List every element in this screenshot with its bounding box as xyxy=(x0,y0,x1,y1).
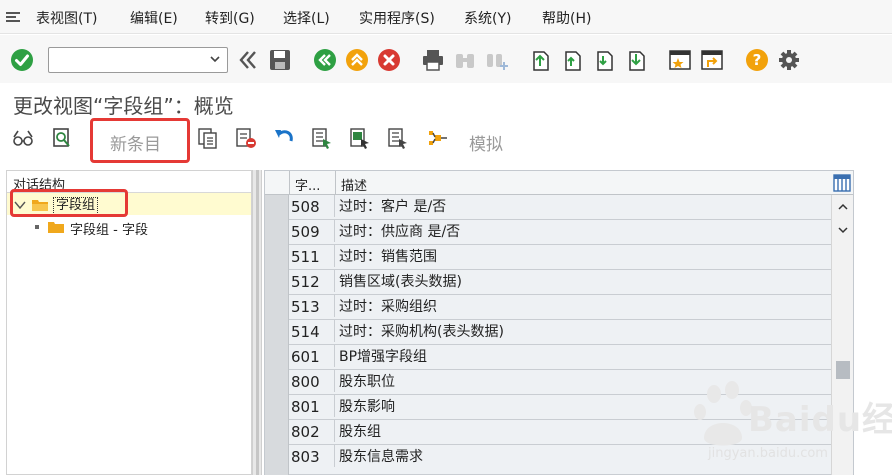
collapse-double-chevron-icon[interactable] xyxy=(236,48,260,72)
find-next-icon[interactable] xyxy=(485,48,509,72)
cell-field-group[interactable]: 514 xyxy=(289,320,335,342)
table-row[interactable]: 509 过时：供应商 是/否 xyxy=(289,220,831,245)
menu-table-view[interactable]: 表视图(T) xyxy=(36,8,97,28)
folder-icon xyxy=(48,222,64,233)
cell-description[interactable]: 股东影响 xyxy=(339,395,395,419)
tree-node-highlight xyxy=(10,189,128,217)
cell-field-group[interactable]: 511 xyxy=(289,245,335,267)
shortcut-icon[interactable] xyxy=(700,48,724,72)
menu-utilities[interactable]: 实用程序(S) xyxy=(359,8,435,28)
menu-bar: 表视图(T) 编辑(E) 转到(G) 选择(L) 实用程序(S) 系统(Y) 帮… xyxy=(0,0,892,34)
first-page-icon[interactable] xyxy=(528,48,552,72)
deselect-all-icon[interactable] xyxy=(387,127,409,149)
column-separator xyxy=(289,171,290,195)
cell-field-group[interactable]: 513 xyxy=(289,295,335,317)
column-settings-icon[interactable] xyxy=(833,174,851,192)
undo-change-icon[interactable] xyxy=(273,127,295,149)
new-entries-highlight xyxy=(90,118,190,163)
scroll-down-icon[interactable] xyxy=(836,223,850,237)
menu-edit[interactable]: 编辑(E) xyxy=(130,8,178,28)
enter-check-icon[interactable] xyxy=(10,48,34,72)
display-change-toggle-icon[interactable] xyxy=(51,127,73,149)
command-field[interactable] xyxy=(48,47,228,73)
panel-splitter[interactable] xyxy=(252,170,262,475)
back-icon[interactable] xyxy=(313,48,337,72)
cell-description[interactable]: 过时：销售范围 xyxy=(339,245,437,269)
page-title: 更改视图“字段组”：概览 xyxy=(13,94,234,118)
table-header: 字... 描述 xyxy=(265,171,853,195)
cell-field-group[interactable]: 601 xyxy=(289,345,335,367)
table-row[interactable]: 601 BP增强字段组 xyxy=(289,345,831,370)
table-row[interactable]: 511 过时：销售范围 xyxy=(289,245,831,270)
tree-node-field-group-fields[interactable]: 字段组 - 字段 xyxy=(70,219,148,238)
cell-description[interactable]: 过时：供应商 是/否 xyxy=(339,220,460,244)
row-selector-column[interactable] xyxy=(265,195,289,475)
menu-icon[interactable] xyxy=(5,10,21,24)
watermark-url: jingyan.baidu.com xyxy=(708,446,828,461)
table-row[interactable]: 514 过时：采购机构(表头数据) xyxy=(289,320,831,345)
cell-description[interactable]: 股东组 xyxy=(339,420,381,444)
cell-description[interactable]: 过时：客户 是/否 xyxy=(339,195,446,219)
settings-gear-icon[interactable] xyxy=(777,48,801,72)
cell-field-group[interactable]: 803 xyxy=(289,445,335,467)
scroll-up-icon[interactable] xyxy=(836,200,850,214)
column-header-description[interactable]: 描述 xyxy=(341,175,367,194)
svg-text:?: ? xyxy=(753,51,762,69)
cell-field-group[interactable]: 801 xyxy=(289,395,335,417)
cell-field-group[interactable]: 512 xyxy=(289,270,335,292)
splitter-grip[interactable] xyxy=(256,170,259,475)
cell-field-group[interactable]: 508 xyxy=(289,195,335,217)
create-session-icon[interactable] xyxy=(668,48,692,72)
last-page-icon[interactable] xyxy=(624,48,648,72)
cell-description[interactable]: 股东信息需求 xyxy=(339,445,423,469)
cell-description[interactable]: 过时：采购机构(表头数据) xyxy=(339,320,504,344)
menu-system[interactable]: 系统(Y) xyxy=(464,8,511,28)
help-icon[interactable]: ? xyxy=(745,48,769,72)
cell-field-group[interactable]: 802 xyxy=(289,420,335,442)
table-row[interactable]: 512 销售区域(表头数据) xyxy=(289,270,831,295)
exit-icon[interactable] xyxy=(345,48,369,72)
cell-description[interactable]: BP增强字段组 xyxy=(339,345,427,369)
cell-description[interactable]: 过时：采购组织 xyxy=(339,295,437,319)
simulate-button[interactable]: 模拟 xyxy=(469,130,503,155)
menu-help[interactable]: 帮助(H) xyxy=(542,8,591,28)
tree-bullet-icon xyxy=(35,225,39,229)
find-icon[interactable] xyxy=(453,48,477,72)
cell-field-group[interactable]: 509 xyxy=(289,220,335,242)
display-change-glasses-icon[interactable] xyxy=(12,127,34,149)
cell-field-group[interactable]: 800 xyxy=(289,370,335,392)
print-icon[interactable] xyxy=(421,48,445,72)
column-separator xyxy=(335,171,336,195)
delete-icon[interactable] xyxy=(235,127,257,149)
table-row[interactable]: 513 过时：采购组织 xyxy=(289,295,831,320)
cell-description[interactable]: 股东职位 xyxy=(339,370,395,394)
menu-select[interactable]: 选择(L) xyxy=(283,8,330,28)
cell-description[interactable]: 销售区域(表头数据) xyxy=(339,270,462,294)
copy-as-icon[interactable] xyxy=(197,127,219,149)
select-all-icon[interactable] xyxy=(311,127,333,149)
select-block-icon[interactable] xyxy=(349,127,371,149)
standard-toolbar: ? xyxy=(0,35,892,83)
column-header-field-group[interactable]: 字... xyxy=(295,175,320,194)
watermark-brand: Baidu经验 xyxy=(748,400,892,440)
where-used-list-icon[interactable] xyxy=(427,127,449,149)
next-page-icon[interactable] xyxy=(592,48,616,72)
save-icon[interactable] xyxy=(268,48,292,72)
menu-goto[interactable]: 转到(G) xyxy=(205,8,255,28)
cancel-icon[interactable] xyxy=(377,48,401,72)
previous-page-icon[interactable] xyxy=(560,48,584,72)
table-row[interactable]: 508 过时：客户 是/否 xyxy=(289,195,831,220)
chevron-down-icon[interactable] xyxy=(208,52,222,66)
